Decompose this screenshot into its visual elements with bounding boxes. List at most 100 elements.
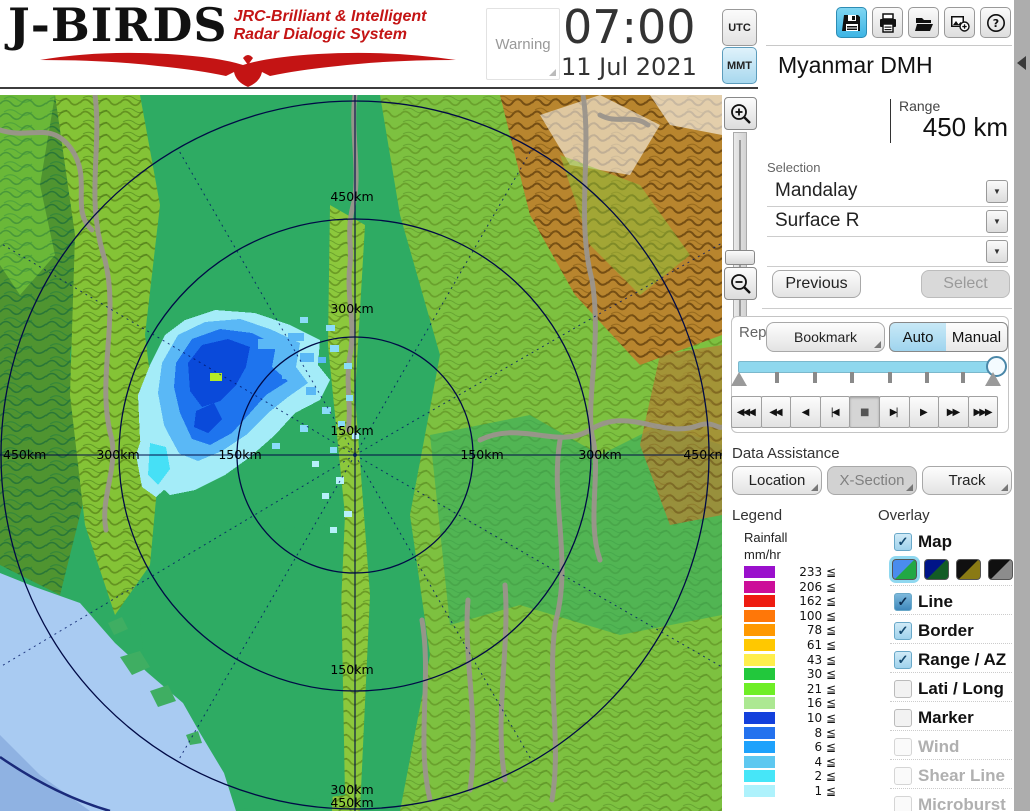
legend-title: Rainfall mm/hr bbox=[744, 530, 788, 562]
panel-collapse-strip[interactable] bbox=[1014, 0, 1030, 811]
overlay-checkbox[interactable]: ✓ bbox=[894, 651, 912, 669]
playback-button-0[interactable]: ◀◀◀ bbox=[731, 396, 762, 428]
overlay-item-map[interactable]: ✓ Map bbox=[890, 531, 1012, 555]
legend-row: 16 ≦ bbox=[744, 696, 854, 710]
legend-value: 78 ≦ bbox=[806, 623, 836, 638]
open-folder-button[interactable] bbox=[908, 7, 939, 38]
playback-button-8[interactable]: ▶▶▶ bbox=[967, 396, 999, 428]
legend-row: 30 ≦ bbox=[744, 667, 854, 681]
legend-row: 206 ≦ bbox=[744, 580, 854, 594]
legend-swatch bbox=[744, 580, 775, 593]
zoom-in-button[interactable] bbox=[724, 97, 757, 130]
select-button[interactable]: Select bbox=[921, 270, 1010, 298]
legend-value: 233 ≦ bbox=[799, 565, 836, 579]
map-style-swatch-3[interactable] bbox=[988, 559, 1013, 580]
legend-value: 1 ≦ bbox=[814, 784, 836, 798]
range-ring-label: 450km bbox=[3, 447, 46, 462]
legend-value: 100 ≦ bbox=[799, 608, 836, 623]
map-style-swatch-1[interactable] bbox=[924, 559, 949, 580]
map-style-swatch-0[interactable] bbox=[892, 559, 917, 580]
range-ring-label: 300km bbox=[330, 301, 373, 316]
replay-tick bbox=[775, 372, 779, 383]
range-ring-label: 150km bbox=[218, 447, 261, 462]
x-section-button[interactable]: X-Section bbox=[827, 466, 917, 495]
location-button[interactable]: Location bbox=[732, 466, 822, 495]
header-divider bbox=[0, 87, 758, 89]
overlay-separator bbox=[890, 585, 1012, 586]
overlay-item-microburst[interactable]: Microburst bbox=[890, 794, 1012, 811]
legend-row: 78 ≦ bbox=[744, 623, 854, 638]
replay-range-end-marker[interactable] bbox=[985, 372, 1001, 386]
map-style-swatch-2[interactable] bbox=[956, 559, 981, 580]
station-title: Myanmar DMH bbox=[778, 52, 933, 78]
legend-value: 8 ≦ bbox=[814, 725, 836, 740]
overlay-checkbox[interactable]: ✓ bbox=[894, 533, 912, 551]
legend-value: 6 ≦ bbox=[814, 740, 836, 755]
bookmark-button[interactable]: Bookmark bbox=[766, 322, 885, 352]
dropdown-product-value: Surface R bbox=[775, 210, 860, 231]
legend-swatch bbox=[744, 785, 775, 797]
zoom-out-button[interactable] bbox=[724, 267, 757, 300]
legend-value: 4 ≦ bbox=[814, 754, 836, 769]
replay-manual-button[interactable]: Manual bbox=[946, 322, 1008, 352]
dropdown-extra[interactable]: ▼ bbox=[767, 238, 1008, 267]
dropdown-product[interactable]: Surface R ▼ bbox=[767, 208, 1008, 237]
replay-tick bbox=[961, 372, 965, 383]
legend-label: Legend bbox=[732, 507, 783, 524]
playback-button-5[interactable]: ▶| bbox=[878, 396, 910, 428]
clock-time: 07:00 bbox=[563, 0, 696, 54]
playback-button-1[interactable]: ◀◀ bbox=[760, 396, 792, 428]
playback-button-4[interactable]: ■ bbox=[849, 396, 880, 428]
overlay-item-line[interactable]: ✓ Line bbox=[890, 591, 1012, 615]
export-image-button[interactable] bbox=[944, 7, 975, 38]
timezone-mmt-button[interactable]: MMT bbox=[722, 47, 757, 84]
legend-row: 233 ≦ bbox=[744, 565, 854, 579]
replay-tick bbox=[925, 372, 929, 383]
overlay-checkbox[interactable] bbox=[894, 709, 912, 727]
overlay-item-wind[interactable]: Wind bbox=[890, 736, 1012, 760]
playback-button-3[interactable]: |◀ bbox=[819, 396, 851, 428]
replay-range-start-marker[interactable] bbox=[731, 372, 747, 386]
overlay-item-marker[interactable]: Marker bbox=[890, 707, 1012, 731]
overlay-item-shear-line[interactable]: Shear Line bbox=[890, 765, 1012, 789]
playback-button-6[interactable]: ▶ bbox=[908, 396, 940, 428]
overlay-item-lati-long[interactable]: Lati / Long bbox=[890, 678, 1012, 702]
dropdown-arrow-icon[interactable]: ▼ bbox=[986, 210, 1008, 233]
dropdown-arrow-icon[interactable]: ▼ bbox=[986, 240, 1008, 263]
help-button[interactable]: ? bbox=[980, 7, 1011, 38]
overlay-checkbox[interactable] bbox=[894, 680, 912, 698]
range-ring-label: 150km bbox=[330, 423, 373, 438]
legend-row: 61 ≦ bbox=[744, 638, 854, 652]
zoom-slider-handle[interactable] bbox=[725, 250, 755, 265]
logo-title: J-BIRDS bbox=[8, 0, 228, 52]
dropdown-site[interactable]: Mandalay ▼ bbox=[767, 178, 1008, 207]
previous-button[interactable]: Previous bbox=[772, 270, 861, 298]
overlay-item-range-az[interactable]: ✓ Range / AZ bbox=[890, 649, 1012, 673]
overlay-separator bbox=[890, 614, 1012, 615]
overlay-checkbox[interactable]: ✓ bbox=[894, 622, 912, 640]
playback-button-7[interactable]: ▶▶ bbox=[938, 396, 969, 428]
timezone-utc-button[interactable]: UTC bbox=[722, 9, 757, 46]
open-folder-icon bbox=[914, 17, 933, 31]
overlay-item-border[interactable]: ✓ Border bbox=[890, 620, 1012, 644]
dropdown-arrow-icon[interactable]: ▼ bbox=[986, 180, 1008, 203]
overlay-item-label: Border bbox=[918, 621, 974, 640]
overlay-checkbox bbox=[894, 738, 912, 756]
save-button[interactable] bbox=[836, 7, 867, 38]
print-button[interactable] bbox=[872, 7, 903, 38]
radar-map[interactable]: ; bbox=[0, 92, 727, 811]
collapse-arrow-icon bbox=[1017, 56, 1026, 70]
replay-tick bbox=[850, 372, 854, 383]
warning-button[interactable]: Warning bbox=[486, 8, 560, 80]
legend-value: 43 ≦ bbox=[806, 652, 836, 667]
legend-swatch bbox=[744, 566, 775, 578]
overlay-checkbox[interactable]: ✓ bbox=[894, 593, 912, 611]
overlay-item-label: Microburst bbox=[918, 795, 1006, 811]
track-button[interactable]: Track bbox=[922, 466, 1012, 495]
export-image-icon bbox=[950, 15, 970, 32]
data-assistance-label: Data Assistance bbox=[732, 445, 840, 462]
range-ring-label: 450km bbox=[683, 447, 722, 462]
replay-auto-button[interactable]: Auto bbox=[889, 322, 947, 352]
playback-button-2[interactable]: ◀ bbox=[790, 396, 821, 428]
overlay-separator bbox=[890, 672, 1012, 673]
